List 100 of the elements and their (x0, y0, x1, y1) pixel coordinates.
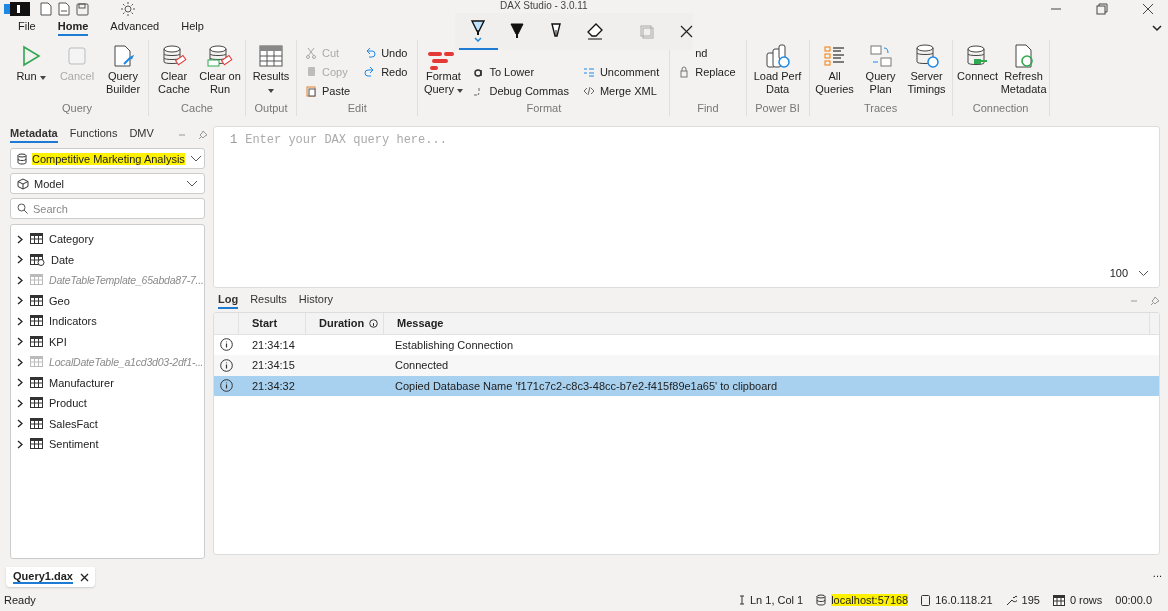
chevron-down-icon[interactable] (1152, 24, 1162, 32)
expand-chevron-icon[interactable] (17, 337, 24, 347)
caret-icon (39, 76, 46, 80)
table-name[interactable]: Geo (49, 294, 70, 307)
ribbon-button[interactable]: Clear Cache (153, 40, 195, 102)
pin-icon[interactable] (197, 130, 208, 140)
model-dropdown[interactable]: Model (10, 173, 205, 194)
table-name[interactable]: LocalDateTable_a1cd3d03-2df1-... (49, 356, 204, 369)
ribbon-button[interactable]: Server Timings (905, 40, 948, 102)
ribbon-button[interactable]: Paste (305, 82, 351, 99)
line-number: 1 (230, 133, 238, 147)
log-row[interactable]: 21:34:15 Connected (214, 355, 1159, 376)
search-field[interactable]: Search (10, 198, 205, 219)
sun-icon[interactable] (121, 2, 135, 16)
database-eraser-icon (161, 44, 187, 68)
expand-chevron-icon[interactable] (17, 357, 24, 367)
new-document-icon[interactable] (40, 2, 52, 16)
table-name[interactable]: Manufacturer (49, 376, 114, 389)
ribbon-button[interactable]: Uncomment (582, 63, 660, 80)
cube-icon (17, 177, 29, 190)
expand-chevron-icon[interactable] (17, 419, 24, 429)
ribbon-button[interactable]: To Lower (472, 63, 569, 80)
caret-icon (268, 89, 274, 93)
group-label: Cache (180, 102, 214, 116)
expand-chevron-icon[interactable] (17, 378, 24, 388)
table-name[interactable]: KPI (49, 335, 67, 348)
square-icon (65, 44, 89, 68)
panel-tab[interactable]: Functions (69, 127, 118, 143)
table-name[interactable]: Sentiment (49, 438, 99, 451)
ribbon-button[interactable]: All Queries (813, 40, 856, 102)
column-header[interactable]: Duration (306, 313, 384, 334)
expand-chevron-icon[interactable] (17, 316, 24, 326)
ribbon-button[interactable]: Refresh Metadata (1002, 40, 1045, 102)
ribbon-tab[interactable]: Home (57, 20, 89, 36)
close-icon[interactable] (680, 25, 693, 38)
ribbon-button[interactable]: Format Query (422, 40, 465, 102)
table-name[interactable]: DateTableTemplate_65abda87-7... (49, 274, 204, 287)
expand-chevron-icon[interactable] (17, 439, 24, 449)
column-header[interactable]: Start (239, 313, 306, 334)
ribbon-button[interactable]: Merge XML (582, 82, 660, 99)
document-icon (921, 594, 931, 606)
table-name[interactable]: Date (51, 253, 75, 266)
table-name[interactable]: Indicators (49, 315, 97, 328)
ribbon-button[interactable]: Query Plan (859, 40, 902, 102)
log-row[interactable]: 21:34:14 Establishing Connection (214, 334, 1159, 355)
ribbon-button[interactable]: nd (695, 44, 708, 61)
window-title: DAX Studio - 3.0.11 (500, 0, 588, 12)
expand-chevron-icon[interactable] (17, 296, 24, 306)
ribbon-button[interactable]: Query Builder (102, 40, 144, 102)
restore-icon[interactable] (1096, 3, 1108, 15)
expand-chevron-icon[interactable] (17, 275, 24, 285)
database-dropdown[interactable]: Competitive Marketing Analysis (10, 148, 205, 169)
group-label: Edit (346, 102, 368, 116)
ribbon-button[interactable]: Debug Commas (472, 82, 569, 99)
output-tab[interactable]: Log (218, 293, 239, 309)
panel-tab[interactable]: DMV (129, 127, 154, 143)
output-tab[interactable]: History (298, 293, 334, 309)
table-cell-text: 21:34:14 (251, 337, 296, 353)
server-name: localhost:57168 (831, 594, 909, 606)
open-document-icon[interactable] (58, 2, 70, 16)
column-header[interactable]: Message (384, 313, 1150, 334)
spid: 195 (1021, 594, 1040, 606)
expand-chevron-icon[interactable] (17, 398, 24, 408)
expand-chevron-icon[interactable] (17, 255, 24, 265)
expand-chevron-icon[interactable] (17, 234, 24, 244)
ribbon-tab[interactable]: Advanced (110, 20, 160, 36)
table-name[interactable]: SalesFact (49, 417, 98, 430)
search-icon (17, 203, 28, 214)
group-label: Query (61, 102, 93, 116)
ribbon-button[interactable]: Replace (678, 63, 736, 80)
code-icon (582, 84, 595, 97)
ribbon-button[interactable]: Results (250, 40, 292, 102)
close-icon[interactable] (1142, 3, 1154, 15)
table-icon (1052, 594, 1065, 606)
table-cell-text: Establishing Connection (394, 338, 515, 351)
ribbon-tab[interactable]: Help (181, 20, 204, 36)
overflow-button[interactable]: ... (1152, 567, 1162, 589)
ribbon-tab[interactable]: File (18, 20, 36, 36)
ribbon-button[interactable]: Connect (956, 40, 999, 102)
ribbon-button[interactable]: Undo (364, 44, 408, 61)
ribbon-button[interactable]: Load Perf Data (750, 40, 805, 102)
log-row[interactable]: 21:34:32 Copied Database Name 'f171c7c2-c8c3-48cc-b7e2-f415f89e1a65' to clipboard (214, 375, 1159, 396)
query-editor[interactable]: Enter your DAX query here... (245, 133, 1159, 147)
panel-tab[interactable]: Metadata (10, 127, 58, 143)
table-name[interactable]: Product (49, 397, 87, 410)
ribbon-button[interactable]: Run (10, 40, 52, 102)
close-icon[interactable] (79, 572, 89, 582)
zoom-dropdown[interactable]: 100 (1109, 267, 1149, 279)
info-icon (220, 379, 233, 393)
output-tab[interactable]: Results (250, 293, 287, 309)
scissors-icon (305, 46, 317, 59)
pen-icon (509, 21, 526, 40)
database-timer-icon (913, 43, 940, 69)
ribbon-button[interactable]: Redo (364, 63, 408, 80)
table-cell-text: Connected (394, 359, 450, 372)
pin-icon[interactable] (1150, 296, 1160, 306)
group-label: Power BI (754, 102, 801, 116)
table-name[interactable]: Category (49, 233, 94, 246)
ribbon-button[interactable]: Clear on Run (199, 40, 241, 102)
document-tab[interactable]: Query1.dax (6, 567, 95, 587)
